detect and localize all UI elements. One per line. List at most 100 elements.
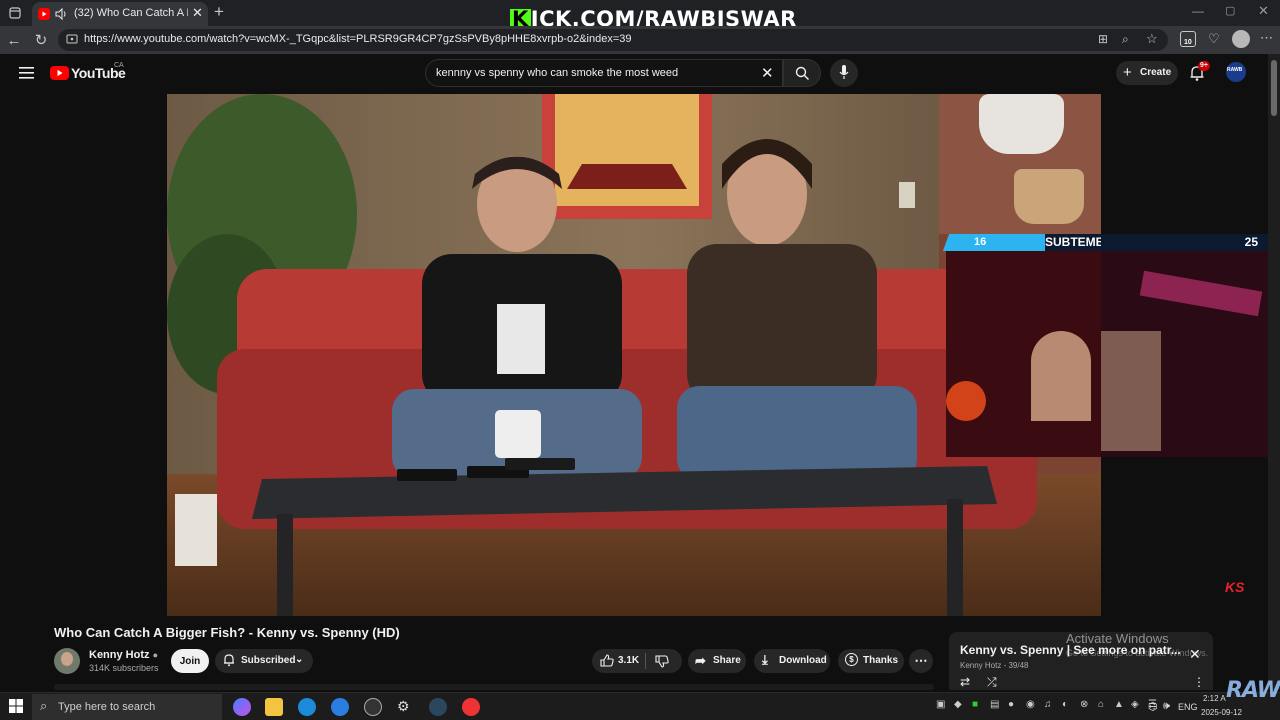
zoom-icon[interactable]: ⌕ xyxy=(1122,32,1129,47)
scrollbar-thumb[interactable] xyxy=(1271,60,1277,116)
taskbar-search-placeholder: Type here to search xyxy=(58,701,156,713)
browser-favorites-icon[interactable]: ♡ xyxy=(1208,31,1220,47)
close-window-icon[interactable]: ✕ xyxy=(1258,3,1269,19)
channel-avatar[interactable] xyxy=(54,648,80,674)
tray-icon-7[interactable]: ♫ xyxy=(1044,699,1052,710)
tray-icon-5[interactable]: ● xyxy=(1008,699,1014,710)
channel-name[interactable]: Kenny Hotz ● xyxy=(89,649,158,661)
system-tray: ▣ ◆ ■ ▤ ● ◉ ♫ ◐ ⊗ ⌂ ▲ ◈ ☰ xyxy=(936,699,1176,713)
tray-icon-9[interactable]: ⊗ xyxy=(1080,699,1088,710)
clock-date[interactable]: 2025-09-12 xyxy=(1201,708,1242,717)
steam-icon[interactable] xyxy=(429,698,447,716)
url-text: https://www.youtube.com/watch?v=wcMX-_TG… xyxy=(84,33,632,45)
search-input[interactable]: kennny vs spenny who can smoke the most … xyxy=(425,59,783,87)
shuffle-icon[interactable]: ⤮ xyxy=(987,675,997,690)
minimize-window-icon[interactable]: — xyxy=(1192,4,1204,18)
activate-windows-subtitle: Go to Settings to activate Windows. xyxy=(1066,648,1209,658)
share-icon: ➦ xyxy=(695,653,706,668)
share-button[interactable]: ➦ Share xyxy=(688,649,746,673)
site-info-icon[interactable] xyxy=(66,33,78,48)
app-available-icon[interactable]: ⊞ xyxy=(1098,32,1108,46)
maximize-window-icon[interactable]: ▢ xyxy=(1225,4,1235,17)
download-button[interactable]: ⤓ Download xyxy=(754,649,830,673)
description-box-edge xyxy=(54,684,934,690)
raw-watermark: RAW xyxy=(1226,678,1280,703)
browser-menu-icon[interactable]: ⋯ xyxy=(1260,30,1273,46)
more-horizontal-icon: ⋯ xyxy=(914,653,928,668)
extensions-badge: 10 xyxy=(1184,39,1192,46)
like-button[interactable] xyxy=(600,654,614,670)
url-field[interactable]: https://www.youtube.com/watch?v=wcMX-_TG… xyxy=(58,29,1168,51)
thanks-label: Thanks xyxy=(863,655,899,666)
webcam-pink-light xyxy=(1139,270,1263,317)
tray-icon-11[interactable]: ▲ xyxy=(1114,699,1124,710)
clear-search-icon[interactable]: ✕ xyxy=(761,64,774,82)
tab-active[interactable]: (32) Who Can Catch A Bigger ✕ xyxy=(32,2,208,26)
like-dislike-group: 3.1K xyxy=(592,649,682,673)
user-avatar[interactable]: RAWB xyxy=(1226,62,1246,82)
microphone-icon xyxy=(839,65,849,79)
webcam-feed xyxy=(946,251,1101,457)
tray-icon-3[interactable]: ■ xyxy=(972,699,978,710)
video-title: Who Can Catch A Bigger Fish? - Kenny vs.… xyxy=(54,625,400,640)
voice-search-button[interactable] xyxy=(830,59,858,87)
page-scrollbar[interactable] xyxy=(1268,54,1280,690)
dislike-button[interactable] xyxy=(655,655,669,671)
tray-icon-12[interactable]: ◈ xyxy=(1131,699,1139,710)
tray-icon-4[interactable]: ▤ xyxy=(990,699,999,710)
recording-app-icon[interactable] xyxy=(462,698,480,716)
playlist-more-icon[interactable]: ⋮ xyxy=(1193,675,1205,689)
hamburger-menu-icon[interactable] xyxy=(19,66,34,84)
clock-time[interactable]: 2:12 A xyxy=(1203,694,1226,703)
loop-playlist-icon[interactable]: ⇄ xyxy=(960,675,970,689)
file-explorer-icon[interactable] xyxy=(265,698,283,716)
extensions-icon[interactable]: 10 xyxy=(1180,31,1196,47)
network-icon[interactable]: ⌬ xyxy=(1148,700,1158,713)
tray-icon-10[interactable]: ⌂ xyxy=(1098,699,1104,710)
tray-icon-1[interactable]: ▣ xyxy=(936,699,945,710)
profile-avatar[interactable] xyxy=(1232,30,1250,48)
channel-name-text: Kenny Hotz xyxy=(89,649,150,661)
search-button[interactable] xyxy=(783,59,821,87)
more-actions-button[interactable]: ⋯ xyxy=(909,649,933,673)
language-indicator[interactable]: ENG xyxy=(1178,702,1198,712)
channel-avatar-face xyxy=(61,652,73,666)
edge-browser-icon[interactable] xyxy=(298,698,316,716)
windows-start-icon[interactable] xyxy=(9,699,23,718)
windows-taskbar: ⌕ Type here to search ⚙ ▣ ◆ ■ ▤ ● ◉ ♫ ◐ … xyxy=(0,692,1280,720)
tray-icon-8[interactable]: ◐ xyxy=(1062,699,1068,710)
taskbar-search-input[interactable]: ⌕ Type here to search xyxy=(32,694,222,720)
video-player[interactable]: 16 SUBTEMBER SUB GOAL xyxy=(167,94,1101,616)
settings-gear-icon[interactable]: ⚙ xyxy=(397,698,415,716)
volume-icon[interactable]: 🕪 xyxy=(1163,700,1170,713)
thanks-button[interactable]: $ Thanks xyxy=(838,649,904,673)
close-tab-icon[interactable]: ✕ xyxy=(192,5,203,21)
sub-goal-start: 16 xyxy=(974,236,987,248)
copilot-icon[interactable] xyxy=(233,698,251,716)
create-button[interactable]: + Create xyxy=(1116,61,1178,85)
tab-actions-icon[interactable] xyxy=(6,4,24,22)
notifications-button[interactable]: 9+ xyxy=(1190,61,1210,86)
tray-icon-2[interactable]: ◆ xyxy=(954,699,962,710)
webcam-pumpkin xyxy=(946,381,986,421)
create-label: Create xyxy=(1140,67,1172,78)
new-tab-icon[interactable]: + xyxy=(214,2,224,22)
app-store-icon[interactable] xyxy=(331,698,349,716)
youtube-favicon-icon xyxy=(38,8,50,20)
reload-icon[interactable]: ↻ xyxy=(32,31,50,49)
subscribed-button[interactable]: Subscribed ⌄ xyxy=(215,649,313,673)
webcam-feed-extension xyxy=(1101,251,1268,457)
back-icon[interactable]: ← xyxy=(5,31,23,49)
thumbs-down-icon xyxy=(655,655,669,668)
ks-logo: KS xyxy=(1225,579,1244,595)
speaker-icon[interactable] xyxy=(54,7,68,24)
search-query-text: kennny vs spenny who can smoke the most … xyxy=(436,67,679,79)
thumbs-up-icon xyxy=(600,654,614,667)
tab-title: (32) Who Can Catch A Bigger xyxy=(74,7,188,19)
browser-tab-bar: (32) Who Can Catch A Bigger ✕ + KICK.COM… xyxy=(0,0,1280,30)
favorite-star-icon[interactable]: ☆ xyxy=(1146,31,1158,47)
download-icon: ⤓ xyxy=(762,652,768,667)
obs-icon[interactable] xyxy=(364,698,382,716)
tray-icon-6[interactable]: ◉ xyxy=(1026,699,1035,710)
join-button[interactable]: Join xyxy=(171,649,209,673)
